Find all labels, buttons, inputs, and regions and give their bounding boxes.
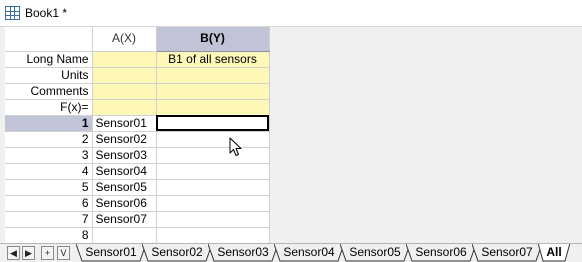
sheet-tab-label: Sensor04: [283, 245, 335, 259]
add-sheet-icon[interactable]: +: [41, 246, 54, 260]
data-cell-b[interactable]: [156, 227, 270, 244]
sheet-tab-label: Sensor01: [85, 245, 137, 259]
formula-cell-a[interactable]: [92, 99, 157, 116]
meta-label-units[interactable]: Units: [5, 67, 93, 84]
data-cell-a[interactable]: Sensor01: [92, 115, 157, 132]
sheet-tab-label: Sensor06: [415, 245, 467, 259]
meta-label-formula[interactable]: F(x)=: [5, 99, 93, 116]
sheet-tab[interactable]: Sensor06: [406, 244, 476, 262]
data-table: A(X) B(Y) Long Name B1 of all sensors Un…: [5, 27, 270, 244]
sheet-tab-label: Sensor07: [481, 245, 533, 259]
row-number[interactable]: 1: [5, 115, 93, 132]
sheet-tab[interactable]: Sensor07: [472, 244, 542, 262]
sheet-tab-label: Sensor02: [151, 245, 203, 259]
data-cell-a[interactable]: Sensor07: [92, 211, 157, 228]
sheet-tab-all-active[interactable]: All: [538, 244, 570, 262]
data-cell-a[interactable]: Sensor03: [92, 147, 157, 164]
row-number[interactable]: 6: [5, 195, 93, 212]
column-header-b[interactable]: B(Y): [156, 27, 270, 52]
sheet-tab[interactable]: Sensor05: [340, 244, 410, 262]
data-cell-b[interactable]: [156, 179, 270, 196]
worksheet-icon: [5, 6, 20, 20]
data-cell-b[interactable]: [156, 147, 270, 164]
window-title: Book1 *: [25, 6, 68, 20]
data-cell-b[interactable]: [156, 195, 270, 212]
sheet-list-icon[interactable]: V: [57, 246, 70, 260]
data-cell-b[interactable]: [156, 211, 270, 228]
last-sheet-icon[interactable]: ▶: [22, 246, 35, 260]
sheet-tab-label: Sensor05: [349, 245, 401, 259]
meta-label-comments[interactable]: Comments: [5, 83, 93, 100]
column-header-a[interactable]: A(X): [92, 27, 157, 52]
worksheet-grid[interactable]: A(X) B(Y) Long Name B1 of all sensors Un…: [5, 27, 582, 244]
sheet-tab-label: Sensor03: [217, 245, 269, 259]
meta-label-long-name[interactable]: Long Name: [5, 51, 93, 68]
sheet-tab-bar: ◀ ▶ + V Sensor01 Sensor02 Sensor03 Senso…: [0, 243, 582, 262]
sheet-tab[interactable]: Sensor03: [208, 244, 278, 262]
sheet-tab-label: All: [546, 245, 562, 259]
units-cell-a[interactable]: [92, 67, 157, 84]
row-number[interactable]: 3: [5, 147, 93, 164]
data-cell-a[interactable]: Sensor06: [92, 195, 157, 212]
title-bar: Book1 *: [0, 0, 582, 27]
grid-corner[interactable]: [5, 27, 93, 52]
data-cell-a[interactable]: Sensor02: [92, 131, 157, 148]
data-cell-a[interactable]: Sensor05: [92, 179, 157, 196]
long-name-cell-a[interactable]: [92, 51, 157, 68]
data-cell-b[interactable]: [156, 131, 270, 148]
first-sheet-icon[interactable]: ◀: [7, 246, 20, 260]
comments-cell-a[interactable]: [92, 83, 157, 100]
mouse-pointer-icon: [229, 137, 242, 156]
row-number[interactable]: 2: [5, 131, 93, 148]
row-number[interactable]: 4: [5, 163, 93, 180]
data-cell-a[interactable]: Sensor04: [92, 163, 157, 180]
formula-cell-b[interactable]: [156, 99, 270, 116]
data-cell-b[interactable]: [156, 163, 270, 180]
units-cell-b[interactable]: [156, 67, 270, 84]
sheet-tab[interactable]: Sensor04: [274, 244, 344, 262]
comments-cell-b[interactable]: [156, 83, 270, 100]
data-cell-a[interactable]: [92, 227, 157, 244]
row-number[interactable]: 5: [5, 179, 93, 196]
row-number[interactable]: 8: [5, 227, 93, 244]
sheet-tab[interactable]: Sensor01: [76, 244, 146, 262]
active-cell-b[interactable]: [156, 115, 270, 132]
row-number[interactable]: 7: [5, 211, 93, 228]
sheet-tab[interactable]: Sensor02: [142, 244, 212, 262]
long-name-cell-b[interactable]: B1 of all sensors: [156, 51, 270, 68]
